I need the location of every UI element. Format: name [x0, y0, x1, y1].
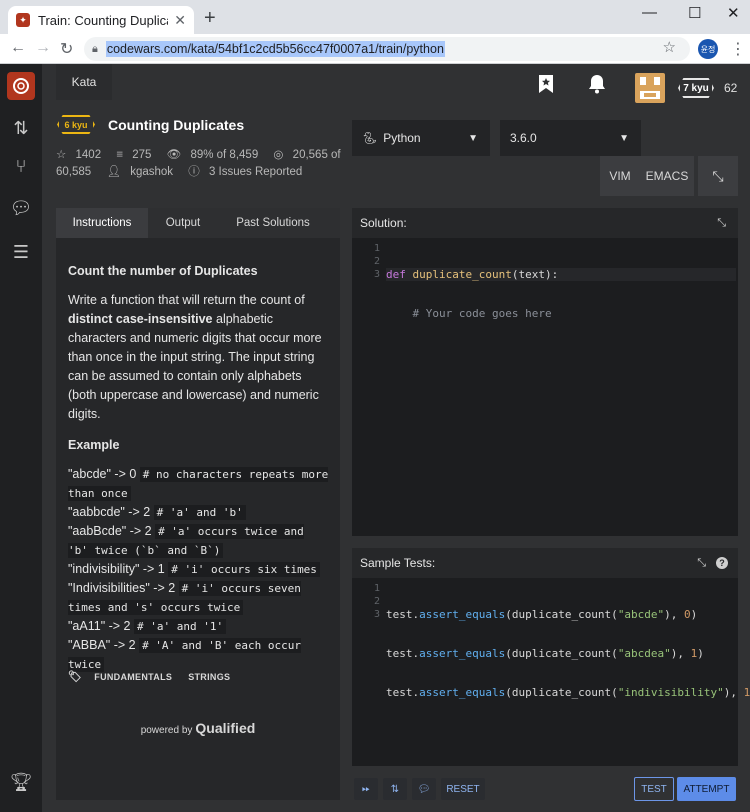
- codewars-logo-icon[interactable]: [7, 72, 35, 100]
- example-line: "aabBcde" -> 2 # 'a' occurs twice and 'b…: [68, 524, 304, 558]
- chevron-down-icon: ▼: [619, 132, 629, 144]
- instructions-description: Write a function that will return the co…: [68, 293, 322, 421]
- honor-points: 62: [724, 81, 738, 95]
- leaderboard-trophy-icon[interactable]: 🏆︎: [0, 772, 42, 793]
- new-tab-icon[interactable]: +: [204, 8, 216, 28]
- codewars-favicon-icon: ✦: [16, 13, 30, 27]
- example-heading: Example: [68, 438, 120, 452]
- vim-mode-button[interactable]: VIM: [600, 156, 640, 196]
- close-tab-icon[interactable]: ✕: [174, 12, 186, 29]
- skip-icon[interactable]: ⏩︎: [354, 778, 378, 800]
- target-icon: ◎: [273, 149, 284, 161]
- discuss-icon[interactable]: 💬︎: [412, 778, 436, 800]
- kata-tags: 🏷︎ FUNDAMENTALS STRINGS: [68, 670, 230, 683]
- user-icon: 👤︎: [106, 166, 121, 178]
- chevron-down-icon: ▼: [468, 132, 478, 144]
- tag-fundamentals[interactable]: FUNDAMENTALS: [94, 672, 172, 682]
- tab-past-solutions[interactable]: Past Solutions: [218, 208, 328, 238]
- lock-icon: 🔒︎: [92, 42, 98, 55]
- kumite-icon[interactable]: ⑂: [0, 156, 42, 177]
- browser-menu-icon[interactable]: ⋮: [730, 39, 746, 59]
- fullscreen-icon[interactable]: ⤡: [698, 156, 738, 196]
- browser-tabbar: ✦ Train: Counting Duplicates ✕ + — ☐ ✕: [0, 0, 750, 34]
- section-label[interactable]: Kata: [56, 64, 112, 100]
- emacs-mode-button[interactable]: EMACS: [640, 156, 694, 196]
- sample-tests-code[interactable]: test.assert_equals(duplicate_count("abcd…: [386, 582, 750, 725]
- stars-stat[interactable]: ☆ 1402: [56, 149, 107, 161]
- sample-tests-panel: Sample Tests: ⤡ ? 1 2 3 test.assert_equa…: [352, 548, 750, 766]
- example-line: "Indivisibilities" -> 2 # 'i' occurs sev…: [68, 581, 301, 615]
- instructions-heading: Count the number of Duplicates: [68, 264, 258, 278]
- reset-button[interactable]: RESET: [441, 778, 485, 800]
- solution-title: Solution:: [360, 216, 407, 230]
- star-icon: ☆: [56, 149, 67, 161]
- example-line: "indivisibility" -> 1 # 'i' occurs six t…: [68, 560, 330, 579]
- close-window-icon[interactable]: ✕: [727, 4, 740, 22]
- author-stat[interactable]: 👤︎ kgashok: [106, 166, 179, 178]
- collections-stat[interactable]: ≡ 275: [116, 149, 157, 161]
- python-icon: 🐍︎: [362, 131, 378, 145]
- sample-tests-header: Sample Tests: ⤡ ?: [352, 548, 738, 578]
- browser-tab[interactable]: ✦ Train: Counting Duplicates ✕: [8, 6, 194, 34]
- profile-avatar[interactable]: 윤정: [698, 39, 718, 59]
- line-numbers: 1 2 3: [373, 583, 380, 620]
- user-rank-badge[interactable]: 7 kyu: [678, 78, 714, 98]
- example-line: "ABBA" -> 2 # 'A' and 'B' each occur twi…: [68, 638, 302, 672]
- attempt-button[interactable]: ATTEMPT: [677, 777, 736, 801]
- kata-stats: ☆ 1402 ≡ 275 👁︎ 89% of 8,459 ◎ 20,565 of…: [56, 147, 346, 181]
- help-icon[interactable]: ?: [716, 557, 728, 569]
- maximize-icon[interactable]: ☐: [688, 4, 701, 22]
- user-avatar[interactable]: [635, 73, 665, 103]
- notifications-bell-icon[interactable]: [588, 74, 606, 99]
- sidebar: ⇅ ⑂ 💬︎ ☰ 🏆︎: [0, 64, 42, 812]
- kata-title: Counting Duplicates: [108, 117, 245, 133]
- sample-tests-editor[interactable]: 1 2 3 test.assert_equals(duplicate_count…: [352, 578, 750, 766]
- issues-stat[interactable]: ⓘ 3 Issues Reported: [188, 166, 308, 178]
- expand-icon[interactable]: ⤡: [717, 217, 726, 230]
- tab-instructions[interactable]: Instructions: [56, 208, 148, 238]
- example-line: "aabbcde" -> 2 # 'a' and 'b': [68, 503, 330, 522]
- solution-panel: Solution: ⤡ 1 2 3 def duplicate_count(te…: [352, 208, 738, 536]
- info-icon: ⓘ: [188, 166, 200, 178]
- solution-header: Solution: ⤡: [352, 208, 738, 238]
- tab-title: Train: Counting Duplicates: [38, 12, 168, 28]
- example-line: "aA11" -> 2 # 'a' and '1': [68, 617, 330, 636]
- stack-icon: ≡: [116, 149, 124, 161]
- discuss-icon[interactable]: 💬︎: [0, 198, 42, 219]
- back-icon[interactable]: ←: [10, 39, 26, 57]
- language-select[interactable]: 🐍︎ Python ▼: [352, 120, 490, 156]
- tag-icon: 🏷︎: [68, 671, 83, 683]
- examples-list: "abcde" -> 0 # no characters repeats mor…: [68, 465, 330, 674]
- kata-kyu-badge: 6 kyu: [57, 115, 95, 134]
- unlock-solutions-icon[interactable]: ⇅: [383, 778, 407, 800]
- example-line: "abcde" -> 0 # no characters repeats mor…: [68, 467, 329, 501]
- instructions-content: Count the number of Duplicates Write a f…: [68, 262, 330, 674]
- expand-icon[interactable]: ⤡: [697, 557, 706, 570]
- practice-icon[interactable]: ⇅: [0, 118, 42, 139]
- reload-icon[interactable]: ↻: [60, 39, 73, 59]
- version-select[interactable]: 3.6.0 ▼: [500, 120, 641, 156]
- tag-strings[interactable]: STRINGS: [188, 672, 230, 682]
- forward-icon[interactable]: →: [35, 39, 51, 57]
- eye-icon: 👁︎: [166, 149, 182, 161]
- tab-output[interactable]: Output: [148, 208, 218, 238]
- instructions-tabs: Instructions Output Past Solutions: [56, 208, 340, 238]
- line-numbers: 1 2 3: [373, 243, 380, 280]
- docs-icon[interactable]: ☰: [0, 242, 42, 263]
- bookmark-icon[interactable]: [538, 74, 554, 99]
- bookmark-star-icon[interactable]: ☆: [663, 38, 676, 56]
- url-text[interactable]: codewars.com/kata/54bf1c2cd5b56cc47f0007…: [105, 41, 445, 57]
- sample-tests-title: Sample Tests:: [360, 556, 436, 570]
- solution-editor[interactable]: 1 2 3 def duplicate_count(text): # Your …: [352, 238, 738, 536]
- powered-by-qualified[interactable]: powered by Qualified: [56, 720, 340, 736]
- address-bar: ← → ↻ 🔒︎ codewars.com/kata/54bf1c2cd5b56…: [0, 34, 750, 64]
- url-field[interactable]: 🔒︎ codewars.com/kata/54bf1c2cd5b56cc47f0…: [84, 37, 690, 61]
- satisfaction-stat: 👁︎ 89% of 8,459: [166, 149, 259, 161]
- minimize-icon[interactable]: —: [642, 4, 657, 21]
- test-button[interactable]: TEST: [634, 777, 674, 801]
- solution-code[interactable]: def duplicate_count(text): # Your code g…: [386, 242, 736, 385]
